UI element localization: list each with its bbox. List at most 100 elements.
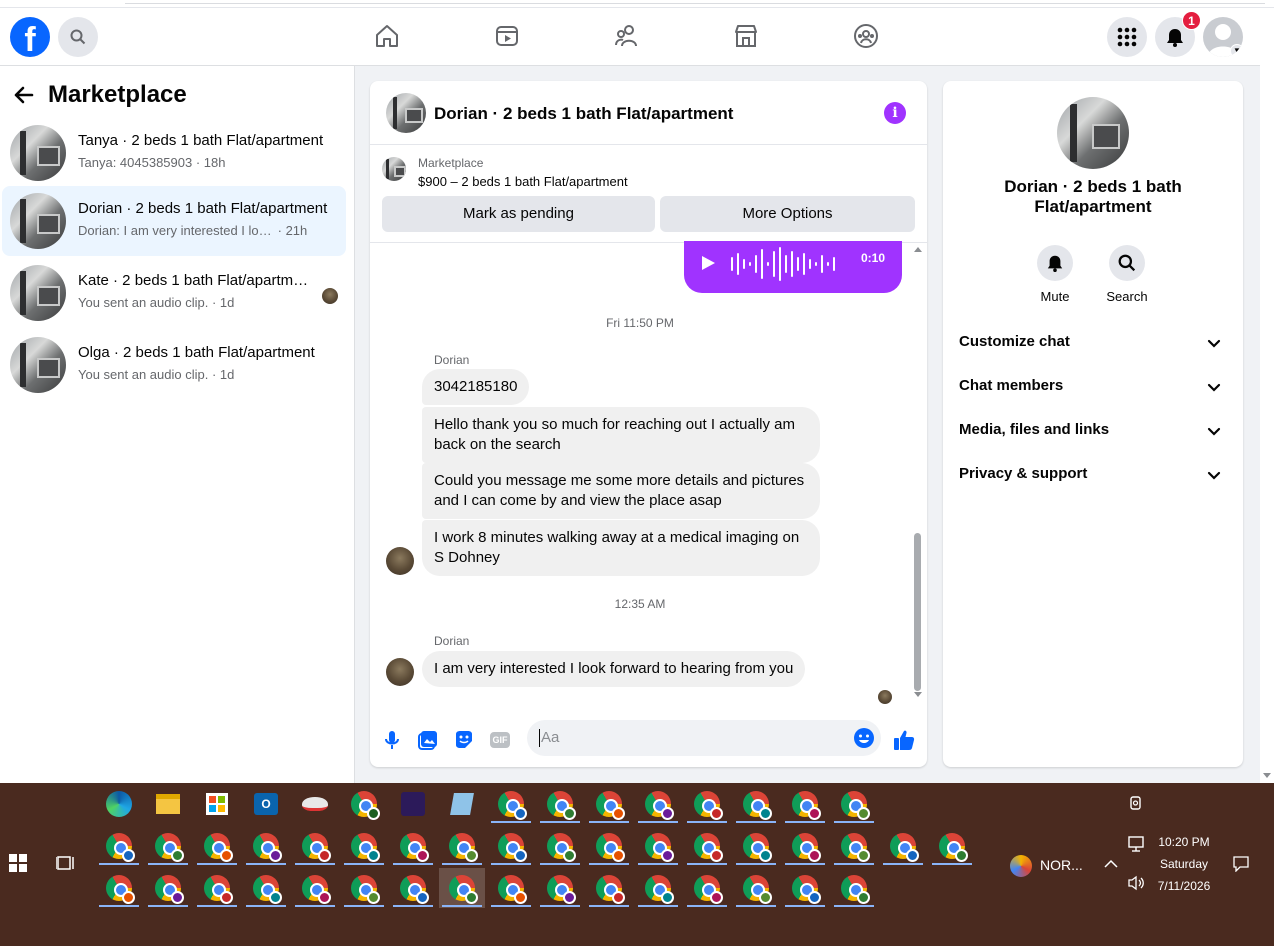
notes-app[interactable]: [439, 784, 485, 824]
chrome-profile-window[interactable]: [390, 826, 436, 866]
chrome-profile-window[interactable]: [733, 784, 779, 824]
message-bubble[interactable]: I work 8 minutes walking away at a medic…: [422, 520, 820, 576]
sender-avatar[interactable]: [386, 658, 414, 686]
chrome-profile-window[interactable]: [488, 868, 534, 908]
listing-banner[interactable]: Marketplace $900 – 2 beds 1 bath Flat/ap…: [370, 146, 927, 194]
outlook-app[interactable]: O: [243, 784, 289, 824]
clock-day[interactable]: Saturday: [1152, 857, 1216, 871]
edge-app[interactable]: [96, 784, 142, 824]
home-icon[interactable]: [373, 22, 401, 50]
play-icon[interactable]: [702, 256, 715, 270]
chrome-profile-window[interactable]: [684, 826, 730, 866]
chrome-app[interactable]: [341, 784, 387, 824]
chrome-profile-window[interactable]: [635, 826, 681, 866]
clock-date[interactable]: 7/11/2026: [1152, 879, 1216, 893]
conversation-item[interactable]: Kate · 2 beds 1 bath Flat/apartment You …: [2, 258, 346, 328]
mute-button[interactable]: Mute: [1025, 245, 1085, 304]
chrome-profile-window[interactable]: [537, 868, 583, 908]
message-bubble[interactable]: I am very interested I look forward to h…: [422, 651, 806, 687]
chrome-profile-window[interactable]: [341, 826, 387, 866]
message-input[interactable]: Aa: [527, 720, 881, 756]
chrome-profile-window[interactable]: [635, 868, 681, 908]
chrome-profile-window[interactable]: [96, 826, 142, 866]
microphone-icon[interactable]: [380, 728, 404, 752]
groups-icon[interactable]: [852, 22, 880, 50]
chrome-profile-window[interactable]: [733, 826, 779, 866]
windows-start-icon[interactable]: [9, 854, 27, 872]
chrome-profile-window[interactable]: [194, 826, 240, 866]
scroll-down-arrow[interactable]: [914, 692, 922, 697]
chrome-profile-window[interactable]: [96, 868, 142, 908]
chat-members-section[interactable]: Chat members: [951, 367, 1235, 407]
thumbs-up-icon[interactable]: [892, 728, 916, 752]
chrome-profile-window[interactable]: [831, 826, 877, 866]
scroll-thumb[interactable]: [914, 533, 921, 691]
chat-scrollbar[interactable]: [910, 243, 927, 713]
chrome-profile-window[interactable]: [635, 784, 681, 824]
search-button[interactable]: [58, 17, 98, 57]
chrome-profile-window[interactable]: [243, 868, 289, 908]
chrome-profile-window[interactable]: [880, 826, 926, 866]
facebook-logo[interactable]: f: [10, 17, 50, 57]
chrome-profile-window[interactable]: [586, 784, 632, 824]
chrome-profile-window[interactable]: [488, 826, 534, 866]
media-files-links-section[interactable]: Media, files and links: [951, 411, 1235, 451]
chat-title[interactable]: Dorian · 2 beds 1 bath Flat/apartment: [434, 104, 733, 124]
account-avatar[interactable]: ▼: [1203, 17, 1243, 57]
chrome-profile-window[interactable]: [243, 826, 289, 866]
search-in-conversation-button[interactable]: Search: [1097, 245, 1157, 304]
chrome-profile-window[interactable]: [831, 868, 877, 908]
message-bubble[interactable]: Could you message me some more details a…: [422, 463, 820, 519]
task-view-icon[interactable]: [56, 854, 76, 872]
listing-thumbnail[interactable]: [1057, 97, 1129, 169]
privacy-support-section[interactable]: Privacy & support: [951, 455, 1235, 495]
marketplace-icon[interactable]: [732, 22, 760, 50]
customize-chat-section[interactable]: Customize chat: [951, 323, 1235, 363]
sticker-icon[interactable]: [452, 728, 476, 752]
chrome-profile-window[interactable]: [292, 826, 338, 866]
meet-now-icon[interactable]: [1128, 795, 1144, 811]
file-explorer-app[interactable]: [145, 784, 191, 824]
conversation-item[interactable]: Olga · 2 beds 1 bath Flat/apartment You …: [2, 330, 346, 400]
chrome-profile-window[interactable]: [537, 784, 583, 824]
norton-icon[interactable]: [1010, 855, 1032, 877]
chrome-profile-window[interactable]: [733, 868, 779, 908]
chrome-profile-window[interactable]: [831, 784, 877, 824]
chrome-profile-window[interactable]: [782, 784, 828, 824]
store-app[interactable]: [194, 784, 240, 824]
photo-icon[interactable]: [416, 728, 440, 752]
info-icon[interactable]: i: [884, 102, 906, 124]
chrome-profile-window[interactable]: [145, 868, 191, 908]
chrome-profile-window[interactable]: [439, 868, 485, 908]
chrome-profile-window[interactable]: [586, 826, 632, 866]
mark-as-pending-button[interactable]: Mark as pending: [382, 196, 655, 232]
chrome-profile-window[interactable]: [929, 826, 975, 866]
chrome-profile-window[interactable]: [145, 826, 191, 866]
chrome-profile-window[interactable]: [537, 826, 583, 866]
more-options-button[interactable]: More Options: [660, 196, 915, 232]
conversation-item-active[interactable]: Dorian · 2 beds 1 bath Flat/apartment Do…: [2, 186, 346, 256]
listing-thumbnail[interactable]: [386, 93, 426, 133]
chrome-profile-window[interactable]: [292, 868, 338, 908]
chrome-profile-window[interactable]: [194, 868, 240, 908]
audio-message[interactable]: 0:10: [684, 241, 902, 293]
notifications-button[interactable]: 1: [1155, 11, 1201, 57]
back-arrow-icon[interactable]: [12, 85, 34, 105]
chrome-profile-window[interactable]: [782, 868, 828, 908]
chrome-profile-window[interactable]: [439, 826, 485, 866]
chrome-profile-window[interactable]: [684, 784, 730, 824]
menu-button[interactable]: [1107, 17, 1147, 57]
paint-app[interactable]: [292, 784, 338, 824]
network-icon[interactable]: [1127, 836, 1145, 852]
message-bubble[interactable]: Hello thank you so much for reaching out…: [422, 407, 820, 463]
video-icon[interactable]: [493, 22, 521, 50]
chrome-profile-window[interactable]: [488, 784, 534, 824]
friends-icon[interactable]: [613, 22, 641, 50]
chrome-profile-window[interactable]: [341, 868, 387, 908]
volume-icon[interactable]: [1127, 875, 1145, 891]
notification-center-icon[interactable]: [1233, 856, 1249, 872]
conversation-item[interactable]: Tanya · 2 beds 1 bath Flat/apartment Tan…: [2, 118, 346, 188]
clock-time[interactable]: 10:20 PM: [1152, 835, 1216, 849]
gif-icon[interactable]: GIF: [488, 728, 512, 752]
tray-app-label[interactable]: NOR...: [1040, 857, 1083, 873]
